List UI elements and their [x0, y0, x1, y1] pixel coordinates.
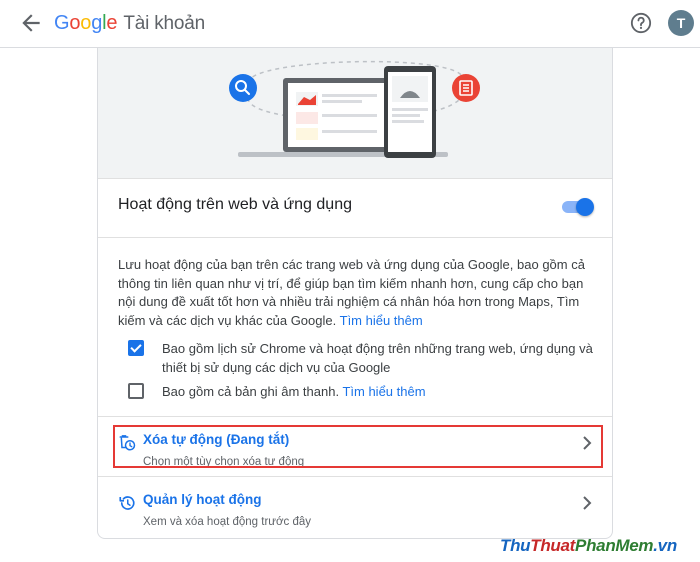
- activity-toggle[interactable]: [562, 198, 594, 216]
- chevron-right-icon: [583, 496, 592, 510]
- learn-more-link[interactable]: Tìm hiểu thêm: [340, 313, 423, 328]
- hero-illustration: [98, 48, 612, 178]
- manage-activity-row[interactable]: Quản lý hoạt động Xem và xóa hoạt động t…: [98, 490, 612, 532]
- logo-letter: o: [69, 12, 81, 34]
- audio-learn-more-link[interactable]: Tìm hiểu thêm: [342, 384, 425, 399]
- highlight-box: [113, 425, 603, 468]
- divider: [98, 416, 612, 417]
- divider: [98, 178, 612, 179]
- divider: [98, 237, 612, 238]
- help-icon[interactable]: [630, 12, 652, 34]
- audio-recordings-checkbox[interactable]: [128, 383, 144, 399]
- chrome-history-option: Bao gồm lịch sử Chrome và hoạt động trên…: [128, 340, 612, 377]
- logo-letter: e: [106, 12, 118, 34]
- back-arrow-icon[interactable]: [18, 10, 44, 36]
- activity-description: Lưu hoạt động của bạn trên các trang web…: [118, 256, 598, 330]
- logo-letter: G: [54, 12, 70, 34]
- app-bar: Google Tài khoản T: [0, 0, 700, 48]
- section-title: Hoạt động trên web và ứng dụng: [118, 196, 352, 213]
- watermark-logo: ThuThuatPhanMem.vn: [500, 536, 677, 555]
- google-account-logo[interactable]: Google Tài khoản: [54, 10, 205, 37]
- toggle-thumb: [576, 198, 594, 216]
- manage-activity-subtitle: Xem và xóa hoạt động trước đây: [143, 516, 312, 528]
- history-icon: [119, 496, 135, 510]
- avatar[interactable]: T: [668, 10, 694, 36]
- audio-recordings-option: Bao gồm cả bản ghi âm thanh. Tìm hiểu th…: [128, 383, 426, 402]
- divider: [98, 476, 612, 477]
- manage-activity-title: Quản lý hoạt động: [143, 492, 262, 507]
- logo-letter: g: [91, 12, 103, 34]
- devices-illustration: [229, 60, 480, 158]
- chrome-history-label: Bao gồm lịch sử Chrome và hoạt động trên…: [162, 341, 593, 375]
- audio-recordings-text: Bao gồm cả bản ghi âm thanh.: [162, 384, 340, 399]
- chrome-history-checkbox[interactable]: [128, 340, 144, 356]
- logo-letter: o: [80, 12, 92, 34]
- account-label: Tài khoản: [123, 13, 205, 34]
- audio-recordings-label: Bao gồm cả bản ghi âm thanh. Tìm hiểu th…: [162, 383, 426, 402]
